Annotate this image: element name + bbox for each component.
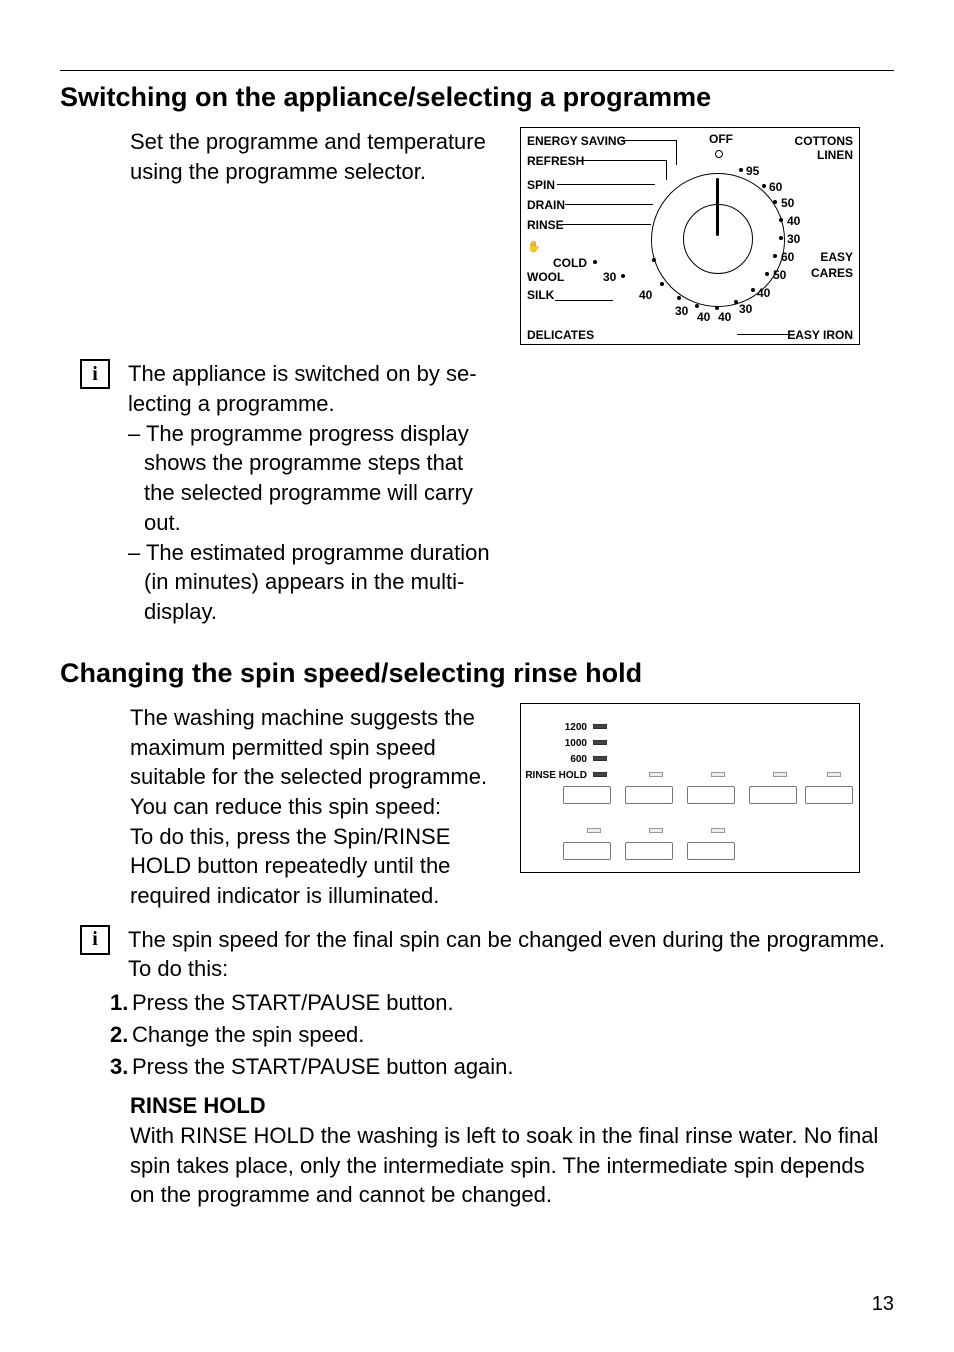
- btn: [563, 842, 611, 860]
- led: [827, 772, 841, 777]
- programme-dial-diagram: OFF ENERGY SAVING REFRESH SPIN DRAIN RIN…: [520, 127, 860, 345]
- section1-title: Switching on the appliance/selecting a p…: [60, 81, 894, 113]
- temp-40d: 40: [697, 310, 710, 324]
- lead: [557, 184, 655, 185]
- section2-intro: The washing machine suggests the maximum…: [130, 703, 500, 822]
- dial-dot: [621, 274, 625, 278]
- dial-dot: [773, 200, 777, 204]
- temp-40c: 40: [718, 310, 731, 324]
- dial-dot: [739, 168, 743, 172]
- speed-1200: 1200: [551, 722, 587, 733]
- temp-40e: 40: [639, 288, 652, 302]
- led: [649, 772, 663, 777]
- step-1: 1.Press the START/PAUSE button.: [110, 988, 880, 1018]
- info-symbol: i: [92, 928, 98, 951]
- dial-wool: WOOL: [527, 270, 564, 284]
- dial-dot: [677, 296, 681, 300]
- step-1-text: Press the START/PAUSE button.: [132, 990, 454, 1015]
- btn: [805, 786, 853, 804]
- dial-rinse: RINSE: [527, 218, 564, 232]
- section2-info-para: The spin speed for the final spin can be…: [128, 925, 888, 984]
- speed-600: 600: [551, 754, 587, 765]
- temp-95: 95: [746, 164, 759, 178]
- info-icon: i: [80, 925, 110, 955]
- btn: [625, 786, 673, 804]
- dial-dot: [762, 184, 766, 188]
- dial-cottons: COTTONS: [795, 134, 853, 148]
- temp-60: 60: [769, 180, 782, 194]
- info-symbol: i: [92, 363, 98, 386]
- dial-delicates: DELICATES: [527, 328, 594, 342]
- lead: [561, 224, 651, 225]
- top-rule: [60, 70, 894, 71]
- section1-intro: Set the programme and tempera­ture using…: [130, 127, 500, 186]
- lead: [666, 160, 667, 180]
- led: [711, 772, 725, 777]
- step-2: 2.Change the spin speed.: [110, 1020, 880, 1050]
- temp-30b: 30: [739, 302, 752, 316]
- temp-30: 30: [787, 232, 800, 246]
- dial-refresh: REFRESH: [527, 154, 584, 168]
- dial-easy-iron: EASY IRON: [787, 328, 853, 342]
- temp-30d: 30: [603, 270, 616, 284]
- section2-title: Changing the spin speed/selecting rinse …: [60, 657, 894, 689]
- lead: [579, 160, 667, 161]
- lead: [737, 334, 795, 335]
- btn: [563, 786, 611, 804]
- dial-drain: DRAIN: [527, 198, 565, 212]
- led-rinse-hold: [593, 772, 607, 777]
- lead: [621, 140, 677, 141]
- btn: [687, 842, 735, 860]
- lead: [676, 140, 677, 165]
- temp-30c: 30: [675, 304, 688, 318]
- section1-bullet-1: The programme progress display shows the…: [144, 419, 498, 538]
- speed-1000: 1000: [551, 738, 587, 749]
- dial-dot: [660, 282, 664, 286]
- rinse-hold-heading: RINSE HOLD: [130, 1091, 880, 1121]
- section2-intro2: To do this, press the Spin/RINSE HOLD bu…: [130, 822, 500, 911]
- spin-speed-panel: 1200 1000 600 RINSE HOLD: [520, 703, 860, 873]
- page-number: 13: [872, 1293, 894, 1316]
- section1-bullet-2: The estimated programme dura­tion (in mi…: [144, 538, 498, 627]
- dial-dot: [695, 304, 699, 308]
- dial-cold: COLD: [553, 256, 587, 270]
- led: [587, 828, 601, 833]
- led-600: [593, 756, 607, 761]
- led: [649, 828, 663, 833]
- temp-60b: 60: [781, 250, 794, 264]
- dial-energy-saving: ENERGY SAVING: [527, 134, 626, 148]
- off-circle: [715, 150, 723, 158]
- btn: [749, 786, 797, 804]
- step-2-text: Change the spin speed.: [132, 1022, 364, 1047]
- temp-50b: 50: [773, 268, 786, 282]
- rinse-hold-body: With RINSE HOLD the washing is left to s…: [130, 1121, 880, 1210]
- led: [773, 772, 787, 777]
- dial-off: OFF: [709, 132, 733, 146]
- temp-40b: 40: [757, 286, 770, 300]
- dial-silk: SILK: [527, 288, 554, 302]
- dial-spin: SPIN: [527, 178, 555, 192]
- btn: [625, 842, 673, 860]
- dial-easy: EASY: [820, 250, 853, 264]
- step-3-text: Press the START/PAUSE button again.: [132, 1054, 514, 1079]
- lead: [565, 204, 653, 205]
- section1-info-para: The appliance is switched on by se­lecti…: [128, 359, 498, 418]
- dial-dot: [593, 260, 597, 264]
- step-3: 3.Press the START/PAUSE button again.: [110, 1052, 880, 1082]
- btn: [687, 786, 735, 804]
- led-1200: [593, 724, 607, 729]
- led-1000: [593, 740, 607, 745]
- speed-rinse-hold: RINSE HOLD: [521, 770, 587, 781]
- dial-pointer: [716, 178, 719, 236]
- hand-wash-icon: ✋: [527, 240, 541, 253]
- dial-linen: LINEN: [817, 148, 853, 162]
- lead: [555, 300, 613, 301]
- info-icon: i: [80, 359, 110, 389]
- dial-cares: CARES: [811, 266, 853, 280]
- temp-50: 50: [781, 196, 794, 210]
- led: [711, 828, 725, 833]
- temp-40: 40: [787, 214, 800, 228]
